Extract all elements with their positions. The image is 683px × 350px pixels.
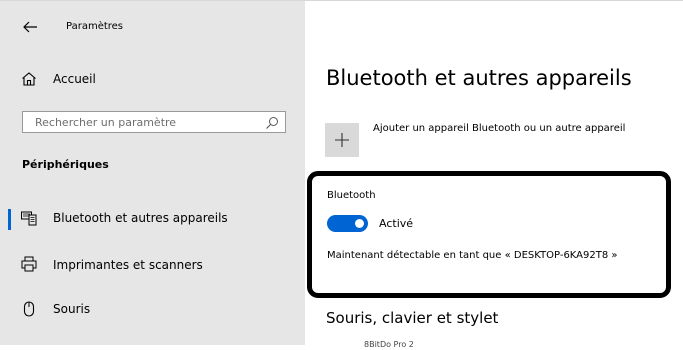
search-placeholder: Rechercher un paramètre [35, 116, 177, 129]
sidebar-item-label: Souris [53, 302, 91, 316]
sidebar-item-mouse[interactable]: Souris [0, 294, 305, 326]
subsection-title: Souris, clavier et stylet [326, 309, 499, 327]
bluetooth-devices-icon [20, 209, 38, 227]
mouse-icon [20, 300, 38, 318]
add-device-tile [325, 123, 359, 157]
discoverable-status: Maintenant détectable en tant que « DESK… [327, 250, 618, 261]
add-device-label: Ajouter un appareil Bluetooth ou un autr… [373, 123, 626, 134]
plus-icon [335, 133, 349, 147]
toggle-state-label: Activé [379, 217, 414, 230]
sidebar-item-label: Bluetooth et autres appareils [53, 211, 228, 225]
sidebar-item-label: Accueil [53, 72, 96, 86]
sidebar: Paramètres Accueil Rechercher un paramèt… [0, 1, 305, 345]
app-title: Paramètres [66, 21, 124, 32]
add-device-button[interactable]: Ajouter un appareil Bluetooth ou un autr… [325, 119, 679, 159]
main-content: Bluetooth et autres appareils Ajouter un… [305, 1, 683, 349]
sidebar-item-home[interactable]: Accueil [0, 63, 305, 95]
bluetooth-heading: Bluetooth [327, 190, 376, 201]
home-icon [20, 70, 38, 88]
back-arrow-icon[interactable] [22, 19, 38, 33]
sidebar-item-bluetooth[interactable]: Bluetooth et autres appareils [0, 202, 305, 234]
bluetooth-toggle[interactable] [327, 215, 368, 232]
sidebar-item-label: Imprimantes et scanners [53, 258, 203, 272]
sidebar-item-printers[interactable]: Imprimantes et scanners [0, 248, 305, 280]
search-input[interactable]: Rechercher un paramètre [22, 111, 286, 133]
search-icon [265, 115, 279, 129]
printer-icon [20, 255, 38, 273]
device-name-partial: 8BitDo Pro 2 [364, 340, 414, 349]
section-title: Périphériques [22, 158, 109, 171]
page-title: Bluetooth et autres appareils [326, 66, 632, 90]
selection-indicator [8, 209, 11, 230]
toggle-knob [355, 219, 364, 228]
